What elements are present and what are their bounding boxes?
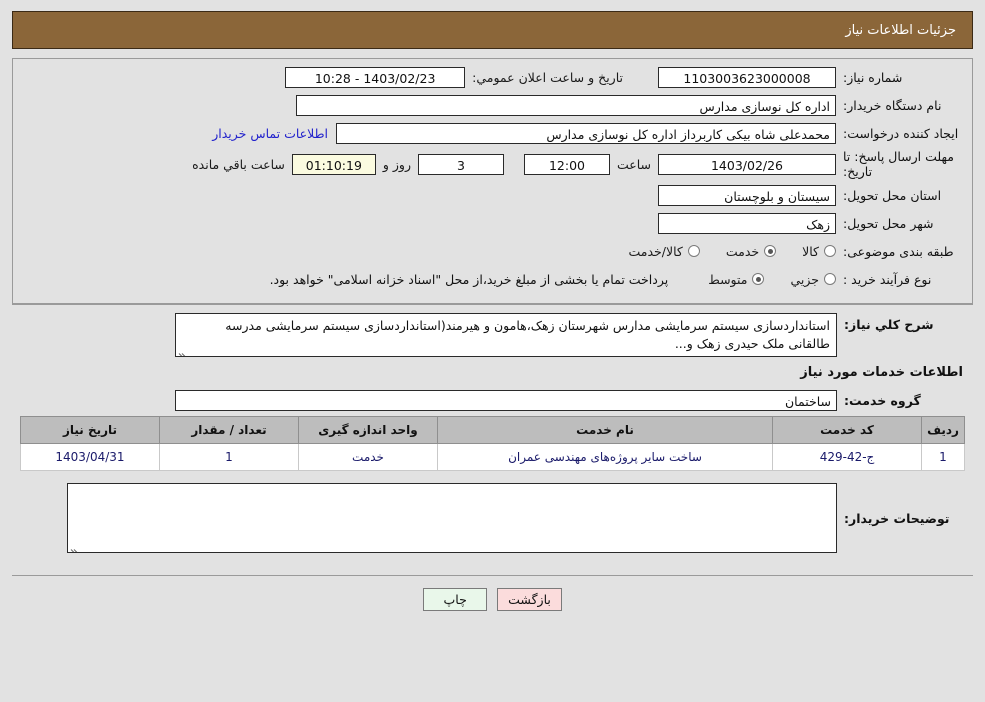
page-header-bar: جزئیات اطلاعات نیاز xyxy=(12,11,973,49)
row-category: طبقه بندی موضوعی: کالا خدمت کالا/خدمت xyxy=(21,239,964,263)
service-group-field[interactable]: ساختمان xyxy=(175,389,837,411)
row-buyer-notes: توضیحات خریدار: xyxy=(20,483,965,553)
category-option-goods-label: کالا xyxy=(802,243,819,259)
summary-panel: شرح کلي نیاز: استانداردسازی سیستم سرمایش… xyxy=(12,304,973,565)
column-header-service-code: کد خدمت xyxy=(772,416,922,444)
category-label: طبقه بندی موضوعی: xyxy=(843,243,954,259)
row-purchase-type: نوع فرآیند خرید : جزیي متوسط پرداخت تمام… xyxy=(21,267,964,291)
deadline-time-field[interactable]: 12:00 xyxy=(523,153,610,175)
radio-icon[interactable] xyxy=(687,245,700,257)
category-option-service[interactable]: خدمت xyxy=(725,243,777,259)
page-title: جزئیات اطلاعات نیاز xyxy=(845,22,956,38)
service-group-label: گروه خدمت: xyxy=(844,392,921,408)
deadline-label: مهلت ارسال پاسخ: تا تاریخ: xyxy=(843,149,954,179)
row-requester: ایجاد کننده درخواست: محمدعلی شاه بیکی کا… xyxy=(21,121,964,145)
cell-row-no: 1 xyxy=(921,443,965,471)
table-row[interactable]: 1 ج-42-429 ساخت سایر پروژه‌های مهندسی عم… xyxy=(20,443,965,471)
resize-grip-icon[interactable] xyxy=(70,541,80,552)
purchase-type-radio-group: جزیي متوسط xyxy=(682,272,836,287)
buyer-org-label: نام دستگاه خریدار: xyxy=(843,97,942,113)
services-section-title: اطلاعات خدمات مورد نیاز xyxy=(800,365,963,380)
cell-service-name: ساخت سایر پروژه‌های مهندسی عمران xyxy=(437,443,773,471)
need-number-label: شماره نیاز: xyxy=(843,69,903,85)
row-city: شهر محل تحویل: زهک xyxy=(21,211,964,235)
purchase-type-note: پرداخت تمام یا بخشی از مبلغ خرید،از محل … xyxy=(269,271,669,287)
need-info-panel: شماره نیاز: 1103003623000008 تاریخ و ساع… xyxy=(12,58,973,304)
purchase-type-option-minor[interactable]: جزیي xyxy=(790,272,836,287)
row-need-number: شماره نیاز: 1103003623000008 تاریخ و ساع… xyxy=(21,65,964,89)
column-header-unit: واحد اندازه گیری xyxy=(298,416,438,444)
deadline-date-field[interactable]: 1403/02/26 xyxy=(658,153,836,175)
column-header-row-no: ردیف xyxy=(921,416,965,444)
deadline-countdown-label: ساعت باقي مانده xyxy=(192,156,285,172)
row-province: استان محل تحویل: سیستان و بلوچستان xyxy=(21,183,964,207)
deadline-days-label: روز و xyxy=(382,156,411,172)
category-radio-group: کالا خدمت کالا/خدمت xyxy=(602,244,836,259)
row-buyer-org: نام دستگاه خریدار: اداره کل نوسازی مدارس xyxy=(21,93,964,117)
deadline-days-field[interactable]: 3 xyxy=(417,153,504,175)
radio-icon[interactable] xyxy=(752,273,765,285)
summary-textarea[interactable]: استانداردسازی سیستم سرمایشی مدارس شهرستا… xyxy=(175,313,837,357)
city-field[interactable]: زهک xyxy=(658,212,836,234)
print-button[interactable]: چاپ xyxy=(423,588,488,611)
row-deadline: مهلت ارسال پاسخ: تا تاریخ: 1403/02/26 سا… xyxy=(21,149,964,179)
row-service-group: گروه خدمت: ساختمان xyxy=(20,388,965,412)
category-option-goods-service[interactable]: کالا/خدمت xyxy=(628,243,700,259)
summary-text: استانداردسازی سیستم سرمایشی مدارس شهرستا… xyxy=(225,318,830,351)
purchase-type-label: نوع فرآیند خرید : xyxy=(843,271,932,287)
resize-grip-icon[interactable] xyxy=(178,345,188,356)
column-header-need-date: تاریخ نیاز xyxy=(20,416,160,444)
category-option-goods-service-label: کالا/خدمت xyxy=(628,243,683,259)
category-option-service-label: خدمت xyxy=(725,243,760,259)
announce-datetime-field[interactable]: 1403/02/23 - 10:28 xyxy=(285,66,466,88)
summary-label: شرح کلي نیاز: xyxy=(844,317,934,332)
cell-quantity: 1 xyxy=(159,443,299,471)
radio-icon[interactable] xyxy=(824,245,836,257)
buyer-notes-textarea[interactable] xyxy=(67,483,837,553)
page-root: جزئیات اطلاعات نیاز شماره نیاز: 11030036… xyxy=(0,11,985,611)
province-field[interactable]: سیستان و بلوچستان xyxy=(658,184,836,206)
column-header-quantity: تعداد / مقدار xyxy=(159,416,299,444)
requester-label: ایجاد کننده درخواست: xyxy=(843,125,959,141)
table-header-row: ردیف کد خدمت نام خدمت واحد اندازه گیری ت… xyxy=(20,416,965,444)
back-button[interactable]: بازگشت xyxy=(497,588,562,611)
row-summary: شرح کلي نیاز: استانداردسازی سیستم سرمایش… xyxy=(20,313,965,357)
column-header-service-name: نام خدمت xyxy=(437,416,773,444)
cell-need-date: 1403/04/31 xyxy=(20,443,160,471)
purchase-type-option-medium-label: متوسط xyxy=(708,271,748,287)
requester-field[interactable]: محمدعلی شاه بیکی کاربرداز اداره کل نوساز… xyxy=(336,122,836,144)
cell-unit: خدمت xyxy=(298,443,438,471)
deadline-countdown-field: 01:10:19 xyxy=(291,153,376,175)
deadline-time-label: ساعت xyxy=(616,156,651,172)
announce-datetime-label: تاریخ و ساعت اعلان عمومي: xyxy=(472,69,623,85)
cell-service-code: ج-42-429 xyxy=(772,443,922,471)
footer-actions: بازگشت چاپ xyxy=(12,575,973,611)
buyer-contact-info-link[interactable]: اطلاعات تماس خریدار xyxy=(204,126,336,141)
buyer-notes-label: توضیحات خریدار: xyxy=(844,511,950,526)
category-option-goods[interactable]: کالا xyxy=(802,244,836,259)
purchase-type-option-minor-label: جزیي xyxy=(790,271,819,287)
purchase-type-option-medium[interactable]: متوسط xyxy=(708,271,765,287)
province-label: استان محل تحویل: xyxy=(843,187,942,203)
services-table: ردیف کد خدمت نام خدمت واحد اندازه گیری ت… xyxy=(20,416,965,471)
city-label: شهر محل تحویل: xyxy=(843,215,934,231)
radio-icon[interactable] xyxy=(824,273,836,285)
radio-icon[interactable] xyxy=(764,245,777,257)
buyer-org-field[interactable]: اداره کل نوسازی مدارس xyxy=(296,94,836,116)
need-number-field[interactable]: 1103003623000008 xyxy=(658,66,836,88)
